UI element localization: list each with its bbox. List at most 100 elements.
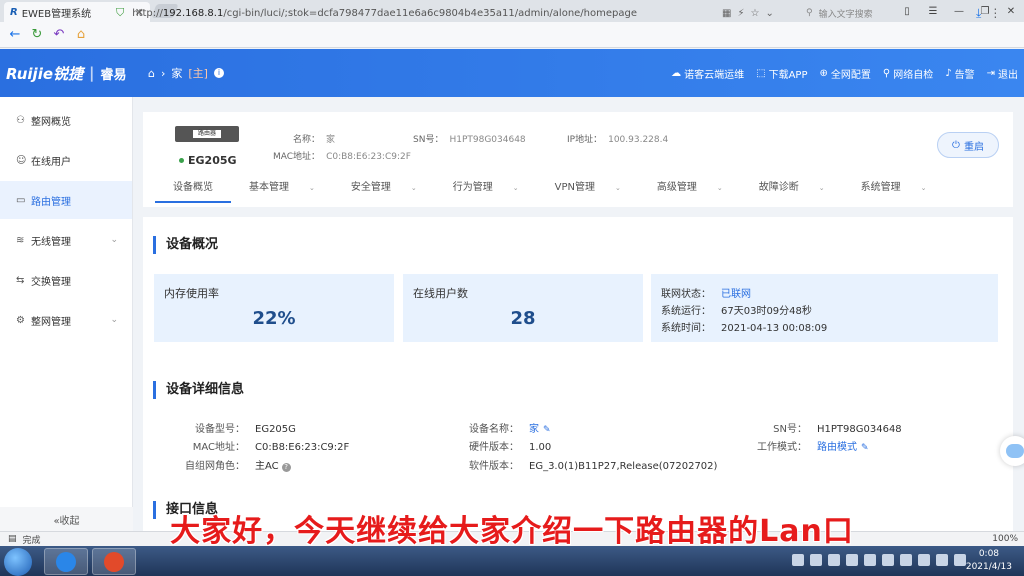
url-field[interactable]: ⛉ http://192.168.8.1/cgi-bin/luci/;stok=… — [116, 3, 716, 23]
tray-icon[interactable] — [882, 554, 894, 566]
edit-icon[interactable]: ✎ — [543, 425, 551, 435]
detail-sn-label: SN号： — [773, 424, 807, 435]
sidebar-item-online-users[interactable]: ☺ 在线用户 — [0, 141, 132, 179]
device-name-label: 名称： — [293, 135, 321, 145]
sidebar-item-switch[interactable]: ⇆ 交换管理 — [0, 261, 132, 299]
help-icon[interactable]: ? — [281, 463, 291, 472]
chevron-down-icon: ⌄ — [818, 184, 825, 192]
clock-date: 2021/4/13 — [965, 562, 1012, 572]
download-icon[interactable]: ⤓ — [976, 6, 981, 21]
grid-icon[interactable]: ▦ — [722, 8, 731, 19]
tray-icon[interactable] — [828, 554, 840, 566]
toolbar-right: ⤓ ⋮ — [976, 3, 1001, 23]
sidebar-item-router[interactable]: ▭ 路由管理 — [0, 181, 132, 219]
sidebar-item-overview[interactable]: ⚇ 整网概览 — [0, 101, 132, 139]
tab-security[interactable]: 安全管理 ⌄ — [333, 178, 435, 203]
apps-icon[interactable]: ⋮ — [989, 6, 1001, 20]
star-icon[interactable]: ☆ — [750, 8, 759, 19]
recorder-app-icon — [104, 551, 124, 572]
detail-role-value: 主AC — [255, 461, 279, 472]
header-actions: ☁ 诺客云端运维 ⬚ 下载APP ⊕ 全网配置 ⚲ 网络自检 ♪ 告警 ⇥ 退出 — [671, 66, 1018, 81]
cloud-ops-button[interactable]: ☁ 诺客云端运维 — [671, 66, 744, 81]
self-check-button[interactable]: ⚲ 网络自检 — [883, 66, 933, 81]
chevron-down-icon: ⌄ — [512, 184, 519, 192]
crumb-home[interactable]: 家 — [171, 65, 182, 81]
video-subtitle: 大家好，今天继续给大家介绍一下路由器的Lan口 — [170, 514, 854, 549]
sidebar-item-wireless[interactable]: ≋ 无线管理 ⌄ — [0, 221, 132, 259]
device-mac-label: MAC地址： — [273, 152, 321, 162]
detail-mode-value[interactable]: 路由模式 — [817, 442, 857, 453]
power-icon: ⏻ — [952, 139, 960, 151]
uptime-label: 系统运行： — [661, 306, 711, 317]
online-users-card: 在线用户数 28 — [403, 274, 643, 342]
device-ip: IP地址： 100.93.228.4 — [567, 132, 668, 145]
shield-icon: ⛉ — [116, 6, 125, 19]
close-window-icon[interactable]: ✕ — [998, 0, 1024, 22]
taskbar-recorder[interactable] — [92, 548, 136, 575]
taskbar-clock[interactable]: 0:08 2021/4/13 — [966, 548, 1012, 574]
search-box[interactable]: ⚲ 输入文字搜索 — [806, 3, 968, 23]
tray-icon[interactable] — [864, 554, 876, 566]
sidebar-item-label: 整网概览 — [31, 116, 71, 128]
tray-icon[interactable] — [900, 554, 912, 566]
tray-icon[interactable] — [810, 554, 822, 566]
detail-device-name-label: 设备名称： — [469, 424, 519, 435]
brand-logo: Ruijie锐捷 | 睿易 — [6, 63, 127, 84]
tab-label: 设备概览 — [173, 182, 213, 193]
reboot-button[interactable]: ⏻ 重启 — [937, 132, 999, 158]
logout-button[interactable]: ⇥ 退出 — [987, 66, 1018, 81]
url-path: /cgi-bin/luci/;stok=dcfa798477dae11e6a6c… — [223, 7, 638, 19]
tray-icon[interactable] — [936, 554, 948, 566]
edit-icon[interactable]: ✎ — [861, 443, 869, 453]
network-config-button[interactable]: ⊕ 全网配置 — [820, 66, 871, 81]
tab-advanced[interactable]: 高级管理 ⌄ — [639, 178, 741, 203]
home-icon[interactable]: ⌂ — [70, 24, 92, 46]
uptime: 系统运行： 67天03时09分48秒 — [661, 302, 812, 317]
refresh-icon[interactable]: ↻ — [26, 24, 48, 46]
alarm-button[interactable]: ♪ 告警 — [945, 66, 974, 81]
tab-diagnosis[interactable]: 故障诊断 ⌄ — [741, 178, 843, 203]
chevron-down-icon[interactable]: ⌄ — [765, 8, 773, 19]
info-icon[interactable]: i — [213, 68, 224, 78]
chevron-right-icon: › — [160, 66, 166, 80]
tab-device-overview[interactable]: 设备概览 — [155, 178, 231, 203]
detail-model-label: 设备型号： — [195, 424, 245, 435]
device-name: 名称： 家 — [293, 132, 335, 145]
tab-bar: 设备概览 基本管理 ⌄ 安全管理 ⌄ 行为管理 ⌄ VPN管理 ⌄ 高级管理 ⌄ 故障诊断… — [155, 178, 944, 203]
section-title-overview: 设备概况 — [153, 236, 218, 254]
assistant-float-button[interactable] — [1000, 436, 1024, 466]
tray-icon[interactable] — [846, 554, 858, 566]
check-search-icon: ⚲ — [882, 67, 891, 79]
device-sn: SN号： H1PT98G034648 — [413, 132, 526, 145]
start-button[interactable] — [4, 548, 32, 576]
tray-icon[interactable] — [918, 554, 930, 566]
chevron-down-icon: ⌄ — [110, 315, 118, 325]
network-tree-icon[interactable]: ⌂ — [148, 67, 155, 80]
taskbar: 0:08 2021/4/13 — [0, 546, 1024, 576]
tab-system[interactable]: 系统管理 ⌄ — [843, 178, 945, 203]
back-icon[interactable]: ← — [4, 24, 26, 46]
tray-icon[interactable] — [954, 554, 966, 566]
sidebar-item-label: 无线管理 — [31, 236, 71, 248]
detail-mac: MAC地址： C0:B8:E6:23:C9:2F — [163, 438, 350, 453]
taskbar-browser[interactable] — [44, 548, 88, 575]
tab-behavior[interactable]: 行为管理 ⌄ — [435, 178, 537, 203]
detail-device-name-value[interactable]: 家 — [529, 424, 539, 435]
tab-vpn[interactable]: VPN管理 ⌄ — [537, 178, 639, 203]
device-model: EG205G — [179, 154, 237, 167]
download-app-button[interactable]: ⬚ 下载APP — [756, 66, 807, 81]
sidebar-item-network-manage[interactable]: ⚙ 整网管理 ⌄ — [0, 301, 132, 339]
tab-basic[interactable]: 基本管理 ⌄ — [231, 178, 333, 203]
router-image: 路由器 — [175, 126, 239, 142]
brand-separator: | — [89, 64, 95, 82]
system-time: 系统时间： 2021-04-13 00:08:09 — [661, 319, 827, 334]
device-ip-label: IP地址： — [567, 135, 603, 145]
search-input[interactable]: 输入文字搜索 — [819, 7, 873, 20]
detail-role: 自组网角色： 主AC? — [163, 457, 291, 472]
undo-icon[interactable]: ↶ — [48, 24, 70, 46]
net-status-value[interactable]: 已联网 — [721, 289, 751, 300]
flash-icon[interactable]: ⚡ — [737, 8, 744, 19]
main-panel: 设备概况 内存使用率 22% 在线用户数 28 联网状态： 已联网 系统运行： 67… — [143, 217, 1013, 537]
tray-icon[interactable] — [792, 554, 804, 566]
crumb-tag: [主] — [188, 67, 208, 80]
